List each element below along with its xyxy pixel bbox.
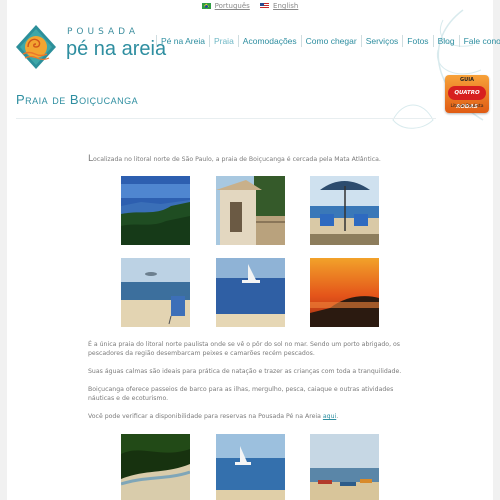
photo-beach-coast[interactable] (121, 176, 190, 245)
nav-item-pe-na-areia[interactable]: Pé na Areia (156, 35, 209, 47)
language-bar: Português English (7, 2, 493, 12)
nav-item-praia[interactable]: Praia (208, 35, 238, 47)
logo-name-text: pé na areia (66, 38, 167, 60)
photo-fishing-boats[interactable] (310, 434, 379, 500)
logo-pousada-text: POUSADA (67, 27, 140, 37)
brazil-flag-icon (201, 3, 211, 9)
sun-waves-logo-icon (16, 25, 56, 69)
nav-item-acomodacoes[interactable]: Acomodações (237, 35, 301, 47)
availability-end: . (336, 413, 339, 420)
language-label: English (273, 2, 299, 10)
availability-text: Você pode verificar a disponibilidade pa… (88, 413, 323, 420)
page-container: Português English POUSADA pé na areia Pé… (7, 0, 500, 500)
badge-brand-text: QUATRO RODAS (448, 86, 486, 110)
availability-link[interactable]: aqui (323, 413, 336, 420)
photo-sailboat-bay[interactable] (216, 434, 285, 500)
badge-top-text: GUIA (460, 77, 474, 83)
photo-beach-chair-shore[interactable] (121, 258, 190, 327)
guia-quatro-rodas-badge[interactable]: GUIA QUATRO RODAS Litoral Paulista (445, 75, 489, 113)
photo-sailboat-sea[interactable] (216, 258, 285, 327)
paragraph-activities: Boiçucanga oferece passeios de barco par… (88, 386, 394, 402)
photo-pousada-house[interactable] (216, 176, 285, 245)
nav-item-como-chegar[interactable]: Como chegar (300, 35, 361, 47)
paragraph-availability: Você pode verificar a disponibilidade pa… (88, 412, 418, 421)
site-logo[interactable]: POUSADA pé na areia (15, 24, 166, 70)
nav-item-fotos[interactable]: Fotos (402, 35, 432, 47)
nav-item-blog[interactable]: Blog (432, 35, 459, 47)
language-label: Português (214, 2, 250, 10)
intro-paragraph: Localizada no litoral norte de São Paulo… (88, 154, 381, 164)
title-divider (16, 118, 436, 119)
page-title: Praia de Boiçucanga (16, 92, 139, 107)
nav-item-fale-conosco[interactable]: Fale conosco (458, 35, 500, 47)
main-nav: Pé na Areia Praia Acomodações Como chega… (156, 35, 500, 47)
photo-beach-chairs-umbrella[interactable] (310, 176, 379, 245)
photo-beach-trees[interactable] (121, 434, 190, 500)
photo-sunset[interactable] (310, 258, 379, 327)
language-portuguese-link[interactable]: Português (201, 2, 250, 10)
badge-bottom-text: Litoral Paulista (450, 104, 484, 109)
paragraph-calm-waters: Suas águas calmas são ideais para prátic… (88, 368, 402, 375)
language-english-link[interactable]: English (260, 2, 298, 10)
nav-item-servicos[interactable]: Serviços (360, 35, 403, 47)
usa-flag-icon (260, 3, 270, 9)
paragraph-sunset-port: É a única praia do litoral norte paulist… (88, 341, 401, 357)
